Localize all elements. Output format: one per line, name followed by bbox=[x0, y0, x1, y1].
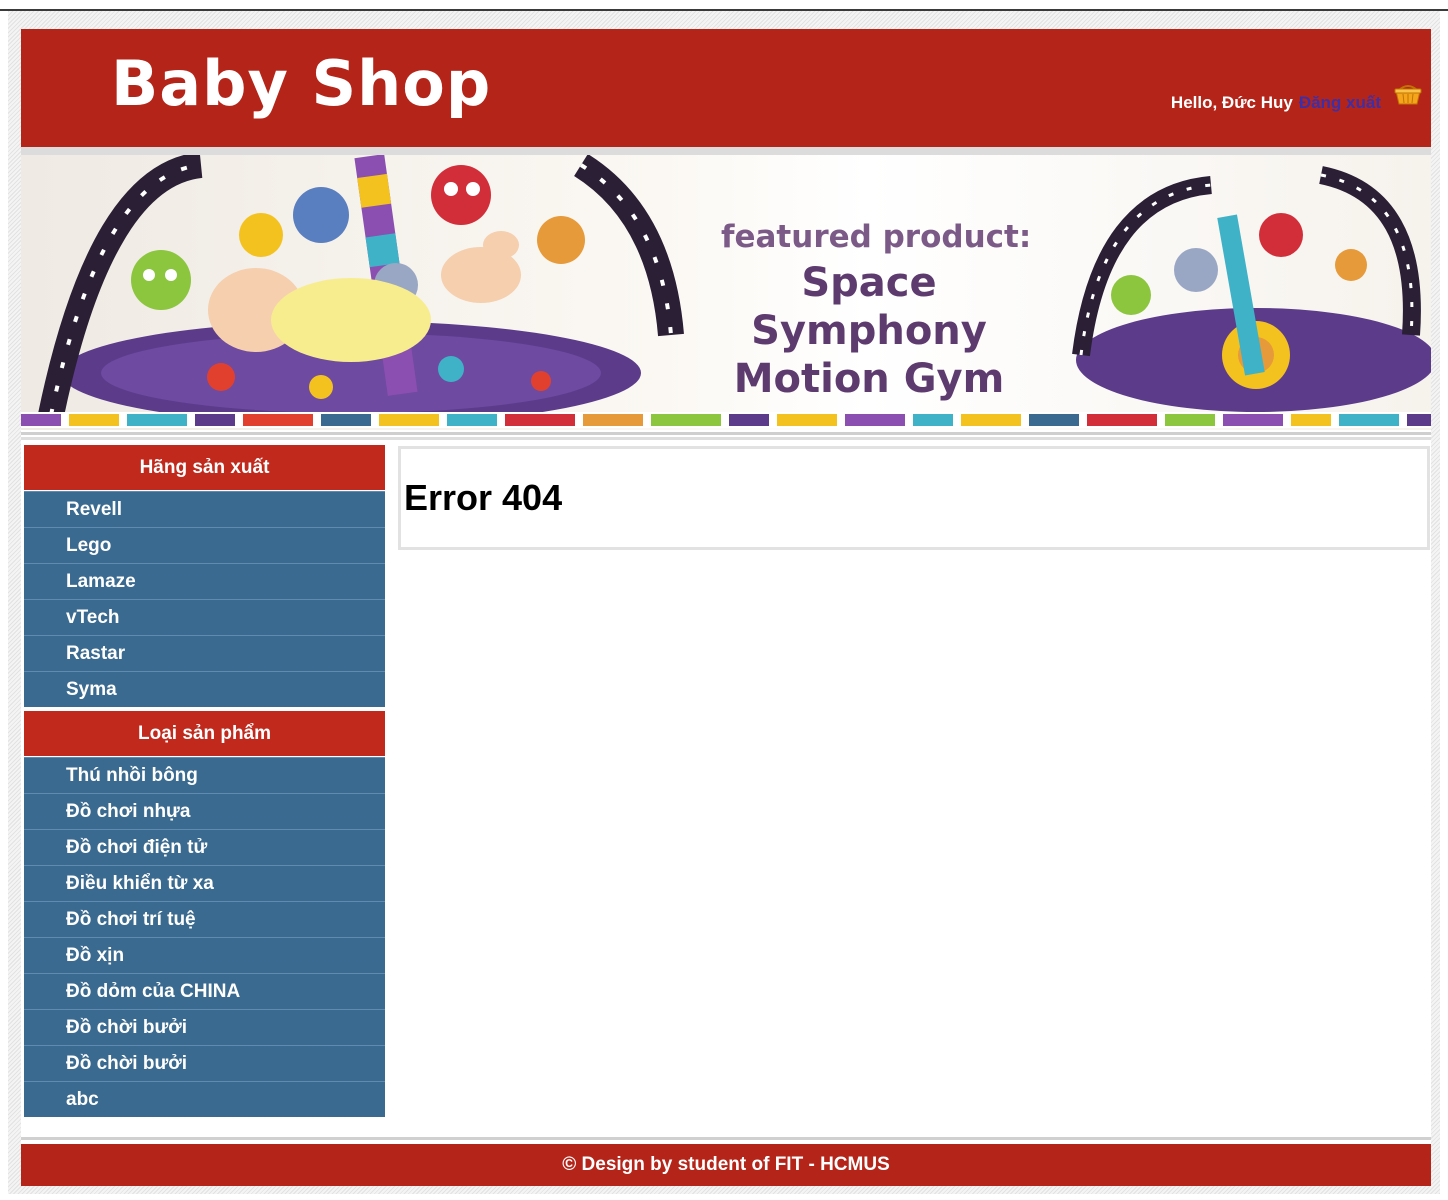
sidebar-item-category[interactable]: Đồ dỏm của CHINA bbox=[24, 973, 385, 1009]
logout-link[interactable]: Đăng xuất bbox=[1299, 93, 1381, 112]
banner-product-line-2: Motion Gym bbox=[733, 356, 1005, 402]
site-footer: © Design by student of FIT - HCMUS bbox=[21, 1144, 1431, 1186]
featured-banner[interactable]: featured product: Space Symphony Motion … bbox=[21, 155, 1431, 430]
banner-product-line-1: Space Symphony bbox=[751, 260, 987, 354]
greeting-text: Hello, Đức Huy bbox=[1170, 93, 1293, 112]
user-greeting: Hello, Đức Huy Đăng xuất bbox=[1171, 93, 1381, 113]
sidebar-item-lego[interactable]: Lego bbox=[24, 527, 385, 563]
main-content: Error 404 bbox=[398, 446, 1430, 550]
sidebar-item-category[interactable]: Điều khiển từ xa bbox=[24, 865, 385, 901]
sidebar-item-rastar[interactable]: Rastar bbox=[24, 635, 385, 671]
sidebar-item-category[interactable]: Đồ xịn bbox=[24, 937, 385, 973]
categories-heading: Loại sản phẩm bbox=[24, 711, 385, 757]
sidebar-item-category[interactable]: Đồ chơi nhựa bbox=[24, 793, 385, 829]
sidebar-item-category[interactable]: Đồ chơi trí tuệ bbox=[24, 901, 385, 937]
banner-caption: featured product: bbox=[721, 219, 1032, 255]
sidebar-item-lamaze[interactable]: Lamaze bbox=[24, 563, 385, 599]
banner-separator bbox=[21, 430, 1431, 440]
error-title: Error 404 bbox=[404, 477, 563, 518]
manufacturers-heading: Hãng sản xuất bbox=[24, 445, 385, 491]
header-separator bbox=[21, 147, 1431, 155]
banner-color-stripe bbox=[21, 412, 1431, 428]
sidebar-item-syma[interactable]: Syma bbox=[24, 671, 385, 707]
sidebar-item-category[interactable]: Thú nhồi bông bbox=[24, 757, 385, 793]
footer-separator bbox=[21, 1137, 1431, 1144]
sidebar-item-category[interactable]: abc bbox=[24, 1081, 385, 1117]
sidebar: Hãng sản xuất Revell Lego Lamaze vTech R… bbox=[24, 445, 385, 1117]
banner-product-name: Space Symphony Motion Gym bbox=[683, 259, 1055, 403]
shopping-basket-icon[interactable] bbox=[1393, 81, 1423, 107]
site-logo[interactable]: Baby Shop bbox=[111, 47, 491, 120]
sidebar-item-revell[interactable]: Revell bbox=[24, 491, 385, 527]
sidebar-item-vtech[interactable]: vTech bbox=[24, 599, 385, 635]
site-header: Baby Shop Hello, Đức Huy Đăng xuất bbox=[21, 29, 1431, 147]
sidebar-item-category[interactable]: Đồ chời bưởi bbox=[24, 1009, 385, 1045]
sidebar-item-category[interactable]: Đồ chời bưởi bbox=[24, 1045, 385, 1081]
sidebar-item-category[interactable]: Đồ chơi điện tử bbox=[24, 829, 385, 865]
